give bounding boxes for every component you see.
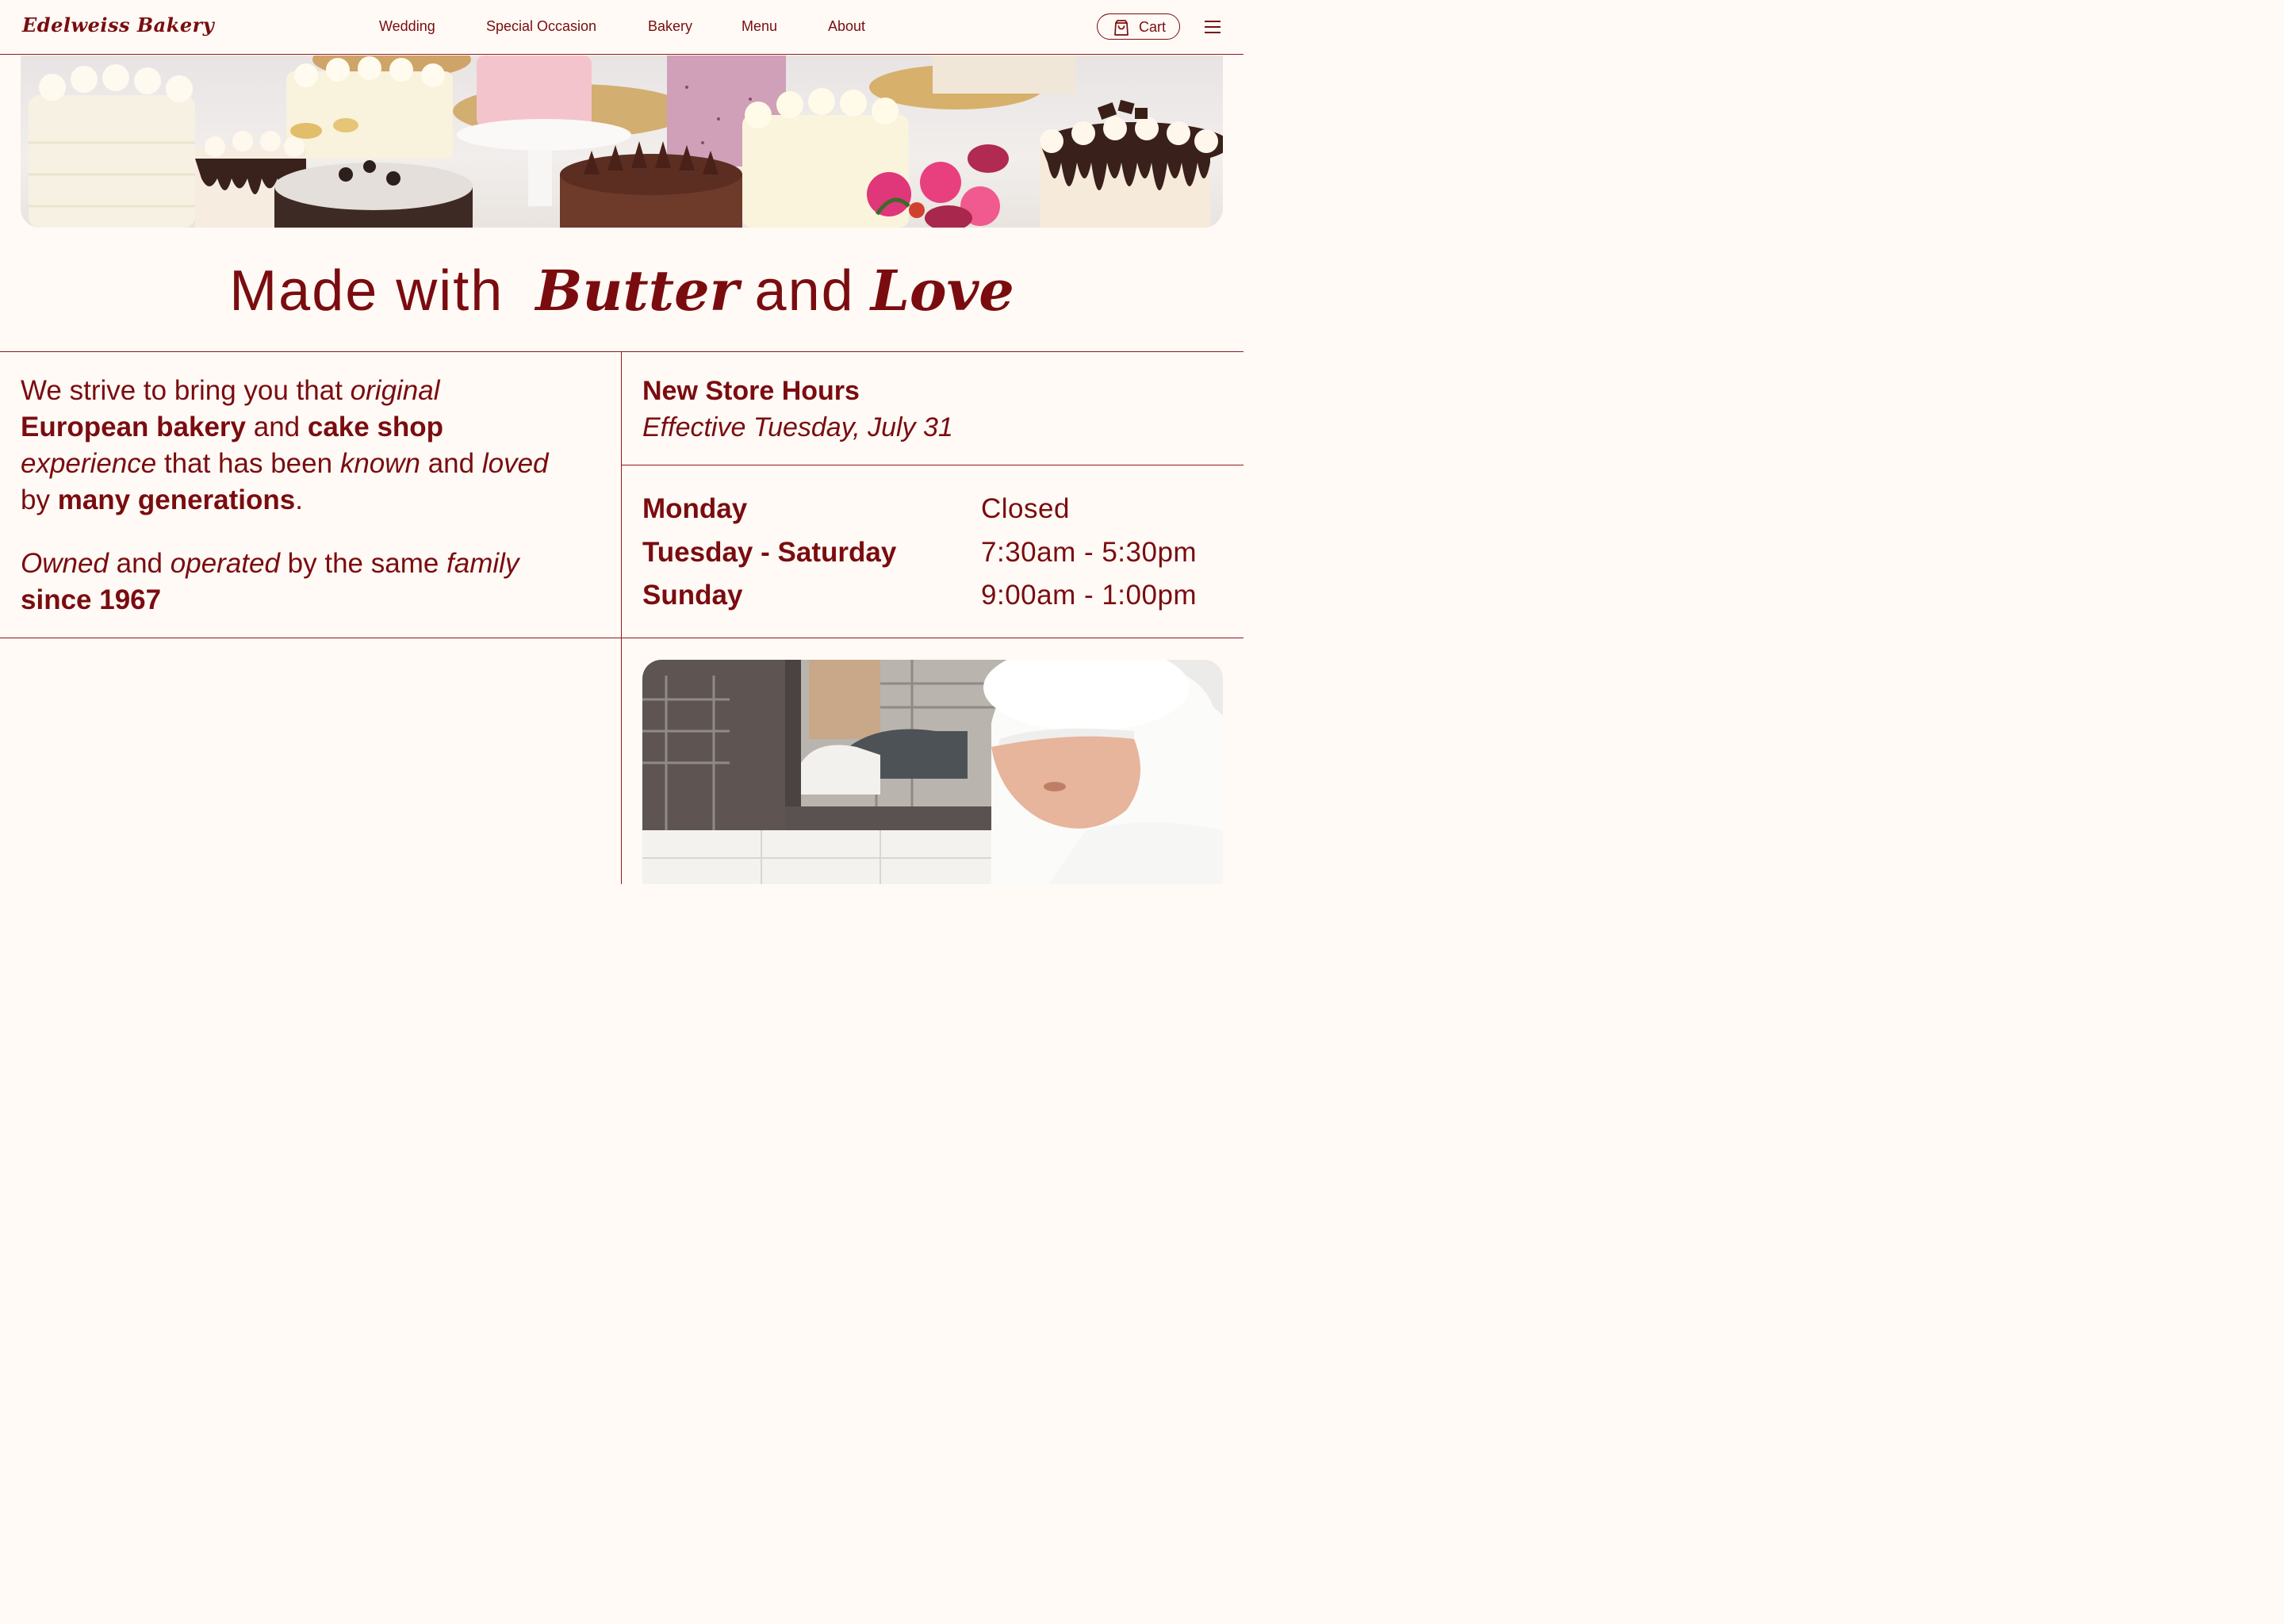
baker-in-kitchen-illustration — [642, 660, 1223, 884]
intro-text: and — [420, 448, 482, 479]
nav-link-about[interactable]: About — [828, 18, 865, 35]
nav-link-special-occasion[interactable]: Special Occasion — [486, 18, 596, 35]
main-nav: Wedding Special Occasion Bakery Menu Abo… — [0, 18, 1244, 37]
intro-text: cake shop — [307, 412, 444, 442]
intro-text: family — [446, 548, 519, 579]
intro-paragraph-2: Owned and operated by the same family si… — [21, 546, 607, 619]
cart-label: Cart — [1139, 19, 1167, 35]
hours-row: Monday Closed — [642, 491, 1229, 527]
baker-photo — [642, 660, 1223, 884]
column-divider — [621, 351, 622, 884]
assorted-cakes-illustration — [29, 56, 1223, 228]
hours-day: Sunday — [642, 580, 743, 611]
divider — [0, 351, 1244, 352]
page-headline: Made with Butter and Love — [0, 255, 1244, 327]
hamburger-menu-icon[interactable] — [1204, 19, 1221, 35]
intro-text: European bakery — [21, 412, 246, 442]
hours-day: Tuesday - Saturday — [642, 537, 897, 568]
cart-button[interactable]: Cart — [1097, 13, 1180, 40]
intro-text: by the same — [279, 548, 447, 579]
nav-link-wedding[interactable]: Wedding — [379, 18, 435, 35]
intro-text: . — [295, 485, 303, 515]
shopping-bag-icon — [1114, 20, 1129, 36]
headline-part-4: Love — [870, 258, 1014, 324]
headline-part-3: and — [754, 259, 855, 323]
hours-row: Sunday 9:00am - 1:00pm — [642, 577, 1229, 614]
hours-time: 7:30am - 5:30pm — [981, 537, 1198, 568]
intro-text: original — [350, 375, 440, 406]
intro-text: known — [339, 448, 420, 479]
hours-day: Monday — [642, 493, 748, 524]
headline-part-1: Made with — [229, 259, 504, 323]
intro-text: Owned — [21, 548, 109, 579]
intro-text: since 1967 — [21, 584, 162, 615]
headline-part-2: Butter — [535, 258, 739, 324]
intro-text: and — [108, 548, 171, 579]
intro-text: We strive to bring you that — [21, 375, 351, 406]
intro-text: many generations — [57, 485, 296, 515]
site-header: Edelweiss Bakery Wedding Special Occasio… — [0, 0, 1244, 55]
intro-text: that has been — [156, 448, 340, 479]
store-hours-effective-date: Effective Tuesday, July 31 — [642, 412, 953, 442]
intro-text: and — [246, 412, 308, 442]
hours-time: Closed — [981, 493, 1070, 524]
store-hours-title: New Store Hours — [642, 376, 860, 406]
intro-paragraph-1: We strive to bring you that original Eur… — [21, 373, 607, 519]
intro-text: by — [21, 485, 58, 515]
about-intro: We strive to bring you that original Eur… — [21, 373, 607, 619]
hours-row: Tuesday - Saturday 7:30am - 5:30pm — [642, 534, 1229, 571]
hours-time: 9:00am - 1:00pm — [981, 580, 1198, 611]
nav-link-menu[interactable]: Menu — [742, 18, 777, 35]
cakes-hero-image — [21, 56, 1223, 228]
intro-text: experience — [21, 448, 157, 479]
nav-link-bakery[interactable]: Bakery — [648, 18, 692, 35]
intro-text: loved — [481, 448, 549, 479]
intro-text: operated — [170, 548, 280, 579]
